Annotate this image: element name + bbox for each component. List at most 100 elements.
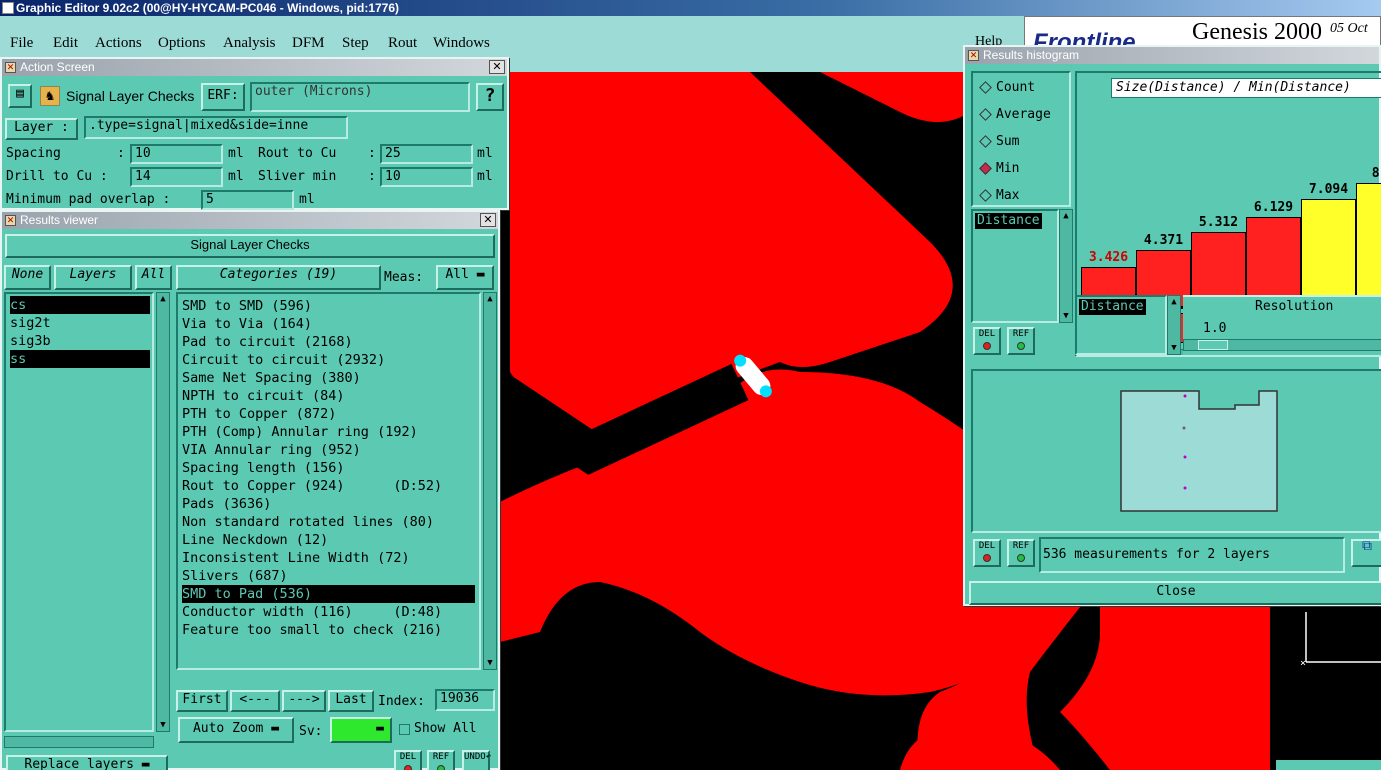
window-menu-icon[interactable]: ✕ <box>5 215 16 226</box>
mode-radio-max[interactable]: Max <box>979 188 1019 204</box>
menu-edit[interactable]: Edit <box>53 35 78 52</box>
hist-del-button[interactable]: DEL <box>973 327 1001 355</box>
meas-value: All <box>445 267 469 282</box>
layer-item[interactable]: sig3b <box>10 332 150 350</box>
erf-field[interactable]: outer (Microns) <box>250 82 470 112</box>
prev-button[interactable]: <--- <box>230 690 280 712</box>
bar-value-label: 6.129 <box>1253 200 1294 216</box>
menu-actions[interactable]: Actions <box>95 35 142 52</box>
layers-hscrollbar[interactable] <box>4 736 154 748</box>
preview-ref-button[interactable]: REF <box>1007 539 1035 567</box>
category-item[interactable]: Line Neckdown (12) <box>182 531 475 549</box>
categories-list[interactable]: SMD to SMD (596) Via to Via (164) Pad to c… <box>176 292 481 670</box>
histogram-bar[interactable] <box>1301 199 1356 307</box>
layers-all-button[interactable]: All <box>135 265 172 290</box>
category-item[interactable]: Via to Via (164) <box>182 315 475 333</box>
histogram-bar[interactable] <box>1356 182 1381 307</box>
layer-item[interactable]: ss <box>10 350 150 368</box>
resolution-list-scrollbar[interactable]: ▲ ▼ <box>1167 295 1181 355</box>
layer-filter-field[interactable]: .type=signal|mixed&side=inne <box>84 116 348 139</box>
category-item[interactable]: Pads (3636) <box>182 495 475 513</box>
resolution-panel: Resolution 1.0 <box>1183 295 1381 355</box>
categories-scrollbar[interactable]: ▲ ▼ <box>483 292 497 670</box>
menu-step[interactable]: Step <box>342 35 369 52</box>
category-item[interactable]: Conductor width (116) (D:48) <box>182 603 475 621</box>
category-item[interactable]: PTH to Copper (872) <box>182 405 475 423</box>
category-item[interactable]: SMD to Pad (536) <box>182 585 475 603</box>
layer-item[interactable]: sig2t <box>10 314 150 332</box>
close-icon[interactable]: ✕ <box>489 60 505 74</box>
preview-del-button[interactable]: DEL <box>973 539 1001 567</box>
layers-scrollbar[interactable]: ▲ ▼ <box>156 292 170 732</box>
layers-header[interactable]: Layers <box>54 265 132 290</box>
slider-handle[interactable] <box>1198 340 1228 350</box>
window-menu-icon[interactable]: ✕ <box>5 62 16 73</box>
close-button[interactable]: Close <box>969 581 1381 605</box>
mode-label: Average <box>996 107 1051 122</box>
layer-button[interactable]: Layer : <box>5 118 78 140</box>
show-all-checkbox[interactable] <box>399 724 410 735</box>
bar-value-label: 7.094 <box>1308 182 1349 198</box>
board-preview[interactable] <box>971 369 1381 533</box>
menu-rout[interactable]: Rout <box>388 35 417 52</box>
menu-file[interactable]: File <box>10 35 33 52</box>
category-item[interactable]: Non standard rotated lines (80) <box>182 513 475 531</box>
category-item[interactable]: NPTH to circuit (84) <box>182 387 475 405</box>
resolution-distance-item[interactable]: Distance <box>1079 299 1146 315</box>
mode-radio-sum[interactable]: Sum <box>979 134 1019 150</box>
replace-layers-dropdown[interactable]: Replace layers ▬ <box>6 755 168 770</box>
auto-zoom-dropdown[interactable]: Auto Zoom ▬ <box>178 717 294 743</box>
hist-ref-button[interactable]: REF <box>1007 327 1035 355</box>
category-item[interactable]: Circuit to circuit (2932) <box>182 351 475 369</box>
ref-button[interactable]: REF <box>427 750 455 770</box>
mode-radio-count[interactable]: Count <box>979 80 1035 96</box>
histogram-bar[interactable] <box>1246 217 1301 307</box>
category-item[interactable]: VIA Annular ring (952) <box>182 441 475 459</box>
del-button[interactable]: DEL <box>394 750 422 770</box>
menu-dfm[interactable]: DFM <box>292 35 325 52</box>
action-list-icon[interactable]: ▤ <box>8 84 32 108</box>
rout-field[interactable]: 25 <box>380 144 473 164</box>
category-item[interactable]: Slivers (687) <box>182 567 475 585</box>
category-item[interactable]: Rout to Copper (924) (D:52) <box>182 477 475 495</box>
help-button[interactable]: ? <box>476 83 504 111</box>
bar-value-label: 4.371 <box>1143 232 1184 248</box>
close-icon[interactable]: ✕ <box>480 213 496 227</box>
sliver-field[interactable]: 10 <box>380 167 473 187</box>
distance-item[interactable]: Distance <box>975 213 1042 229</box>
category-item[interactable]: Inconsistent Line Width (72) <box>182 549 475 567</box>
last-button[interactable]: Last <box>328 690 374 712</box>
category-item[interactable]: Spacing length (156) <box>182 459 475 477</box>
mode-radio-average[interactable]: Average <box>979 107 1051 123</box>
overlap-field[interactable]: 5 <box>201 190 294 210</box>
category-item[interactable]: Same Net Spacing (380) <box>182 369 475 387</box>
layers-list[interactable]: cs sig2t sig3b ss <box>4 292 154 732</box>
drill-field[interactable]: 14 <box>130 167 223 187</box>
results-viewer-window: ✕ Results viewer ✕ Signal Layer Checks N… <box>0 210 500 770</box>
category-item[interactable]: SMD to SMD (596) <box>182 297 475 315</box>
menu-options[interactable]: Options <box>158 35 206 52</box>
source-scrollbar[interactable]: ▲ ▼ <box>1059 209 1073 323</box>
sv-color-dropdown[interactable]: ▬ <box>330 717 392 743</box>
resolution-slider[interactable] <box>1183 339 1381 351</box>
menu-analysis[interactable]: Analysis <box>223 35 276 52</box>
first-button[interactable]: First <box>176 690 228 712</box>
resolution-source-list[interactable]: Distance <box>1075 295 1167 355</box>
histogram-source-list[interactable]: Distance <box>971 209 1059 323</box>
category-item[interactable]: PTH (Comp) Annular ring (192) <box>182 423 475 441</box>
export-button[interactable]: ⧉ <box>1351 539 1381 567</box>
menu-windows[interactable]: Windows <box>433 35 490 52</box>
category-item[interactable]: Feature too small to check (216) <box>182 621 475 639</box>
next-button[interactable]: ---> <box>282 690 326 712</box>
categories-header[interactable]: Categories (19) <box>176 265 381 290</box>
mode-radio-min[interactable]: Min <box>979 161 1019 177</box>
spacing-field[interactable]: 10 <box>130 144 223 164</box>
erf-button[interactable]: ERF: <box>201 83 245 111</box>
layer-item[interactable]: cs <box>10 296 150 314</box>
meas-dropdown[interactable]: All ▬ <box>436 265 494 290</box>
index-field[interactable]: 19036 <box>435 689 495 711</box>
window-menu-icon[interactable]: ✕ <box>968 50 979 61</box>
undo-button[interactable]: UNDO↶ <box>462 750 491 770</box>
layers-none-button[interactable]: None <box>4 265 51 290</box>
category-item[interactable]: Pad to circuit (2168) <box>182 333 475 351</box>
